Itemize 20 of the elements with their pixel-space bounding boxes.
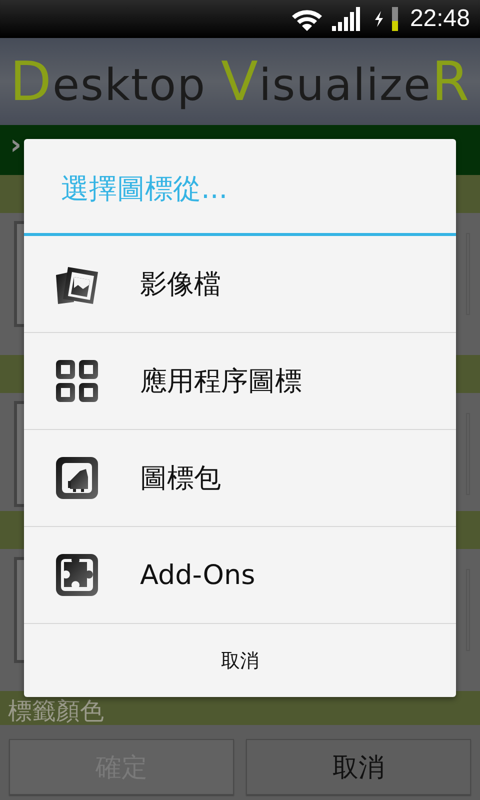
- menu-item[interactable]: 應用程序圖標: [24, 333, 456, 430]
- puzzle-icon: [54, 552, 100, 598]
- charging-icon: [374, 11, 384, 27]
- menu-item[interactable]: 影像檔: [24, 236, 456, 333]
- item-label: 影像檔: [140, 268, 221, 302]
- item-label: 應用程序圖標: [140, 365, 302, 399]
- robot-box-icon: [54, 455, 100, 501]
- cancel-button[interactable]: 取消: [24, 624, 456, 697]
- app-logo: Desktop VisualizeR: [10, 50, 470, 113]
- chevron-icon[interactable]: ›: [10, 131, 22, 159]
- item-label: 圖標包: [140, 462, 221, 496]
- clock-text: 22:48: [410, 5, 470, 33]
- menu-item[interactable]: 圖標包: [24, 430, 456, 527]
- battery-icon: [392, 7, 398, 31]
- section-title: 標籤顏色: [8, 697, 104, 725]
- item-label: Add-Ons: [140, 560, 256, 590]
- signal-icon: [332, 7, 360, 31]
- grid-icon: [54, 358, 100, 404]
- menu-item[interactable]: Add-Ons: [24, 527, 456, 624]
- dialog-title: 選擇圖標從...: [24, 139, 456, 236]
